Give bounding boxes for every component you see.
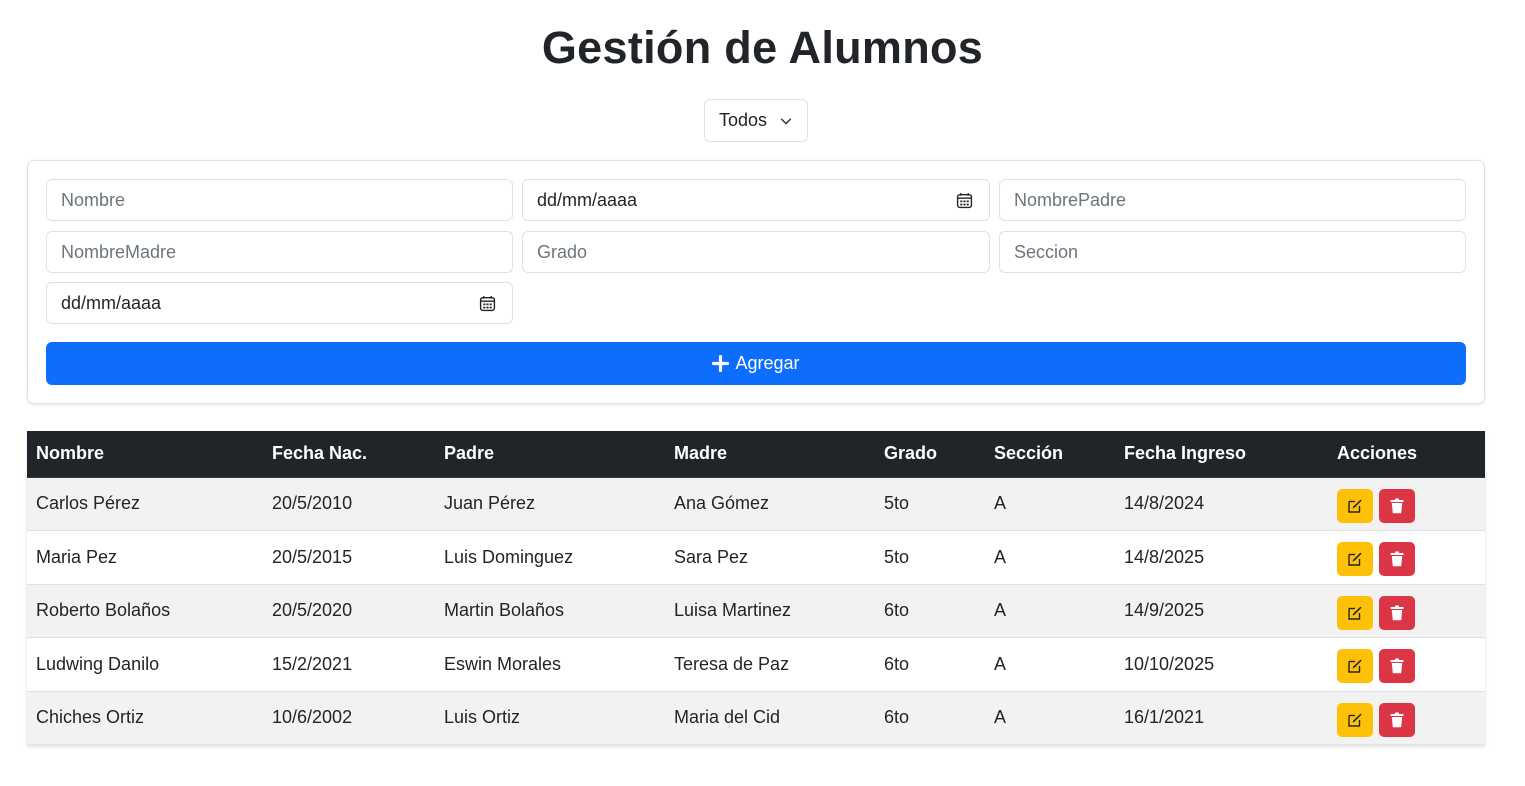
cell-seccion: A bbox=[985, 530, 1115, 585]
seccion-input[interactable] bbox=[999, 231, 1466, 273]
table-row: Roberto Bolaños 20/5/2020 Martin Bolaños Lu… bbox=[27, 584, 1485, 638]
edit-icon bbox=[1348, 659, 1362, 673]
trash-icon bbox=[1390, 551, 1404, 567]
cell-padre: Eswin Morales bbox=[435, 637, 665, 692]
delete-button[interactable] bbox=[1379, 488, 1415, 523]
cell-grado: 5to bbox=[875, 530, 985, 585]
trash-icon bbox=[1390, 658, 1404, 674]
plus-icon bbox=[712, 355, 730, 372]
cell-seccion: A bbox=[985, 477, 1115, 531]
grade-filter-select[interactable]: Todos bbox=[704, 99, 808, 142]
fecha-ingreso-input[interactable]: dd/mm/aaaa bbox=[46, 282, 513, 324]
table-row: Carlos Pérez 20/5/2010 Juan Pérez Ana Gómez… bbox=[27, 477, 1485, 531]
delete-button[interactable] bbox=[1379, 649, 1415, 684]
cell-nombre: Maria Pez bbox=[27, 530, 263, 585]
delete-button[interactable] bbox=[1379, 595, 1415, 630]
cell-fecha-ingreso: 14/8/2024 bbox=[1115, 477, 1328, 531]
cell-fecha-nac: 20/5/2020 bbox=[263, 584, 435, 638]
cell-seccion: A bbox=[985, 691, 1115, 745]
fecha-nacimiento-placeholder: dd/mm/aaaa bbox=[537, 189, 638, 210]
cell-fecha-nac: 20/5/2010 bbox=[263, 477, 435, 531]
edit-icon bbox=[1348, 499, 1362, 513]
header-fecha-ingreso: Fecha Ingreso bbox=[1115, 431, 1328, 478]
cell-grado: 6to bbox=[875, 637, 985, 692]
cell-grado: 5to bbox=[875, 477, 985, 531]
header-grado: Grado bbox=[875, 431, 985, 478]
edit-button[interactable] bbox=[1337, 702, 1373, 737]
table-body: Carlos Pérez 20/5/2010 Juan Pérez Ana Gómez… bbox=[27, 477, 1485, 745]
cell-padre: Luis Ortiz bbox=[435, 691, 665, 745]
cell-madre: Ana Gómez bbox=[665, 477, 875, 531]
cell-fecha-ingreso: 16/1/2021 bbox=[1115, 691, 1328, 745]
calendar-icon[interactable] bbox=[956, 192, 973, 209]
delete-button[interactable] bbox=[1379, 542, 1415, 577]
cell-nombre: Roberto Bolaños bbox=[27, 584, 263, 638]
trash-icon bbox=[1390, 498, 1404, 513]
cell-madre: Sara Pez bbox=[665, 530, 875, 585]
header-madre: Madre bbox=[665, 431, 875, 478]
edit-icon bbox=[1348, 713, 1362, 727]
edit-button[interactable] bbox=[1337, 542, 1373, 577]
edit-button[interactable] bbox=[1337, 488, 1373, 523]
cell-grado: 6to bbox=[875, 691, 985, 745]
nombre-madre-input[interactable] bbox=[46, 231, 513, 273]
table-row: Chiches Ortiz 10/6/2002 Luis Ortiz Maria de… bbox=[27, 691, 1485, 745]
filter-selected-value: Todos bbox=[719, 110, 768, 130]
cell-nombre: Chiches Ortiz bbox=[27, 691, 263, 745]
page-title: Gestión de Alumnos bbox=[541, 22, 984, 73]
fecha-ingreso-placeholder: dd/mm/aaaa bbox=[61, 292, 162, 313]
header-acciones: Acciones bbox=[1328, 431, 1485, 478]
header-nombre: Nombre bbox=[27, 431, 263, 478]
cell-seccion: A bbox=[985, 584, 1115, 638]
grado-input[interactable] bbox=[522, 231, 990, 273]
edit-icon bbox=[1348, 606, 1362, 620]
cell-acciones bbox=[1328, 691, 1485, 745]
cell-madre: Maria del Cid bbox=[665, 691, 875, 745]
students-table: Nombre Fecha Nac. Padre Madre Grado Secc… bbox=[27, 431, 1485, 745]
cell-seccion: A bbox=[985, 637, 1115, 692]
cell-nombre: Ludwing Danilo bbox=[27, 637, 263, 692]
edit-button[interactable] bbox=[1337, 595, 1373, 630]
trash-icon bbox=[1390, 605, 1404, 620]
cell-fecha-nac: 10/6/2002 bbox=[263, 691, 435, 745]
add-button-label: Agregar bbox=[735, 353, 800, 373]
cell-madre: Teresa de Paz bbox=[665, 637, 875, 692]
chevron-down-icon bbox=[780, 118, 792, 125]
cell-padre: Luis Dominguez bbox=[435, 530, 665, 585]
trash-icon bbox=[1390, 712, 1404, 727]
delete-button[interactable] bbox=[1379, 702, 1415, 737]
cell-fecha-nac: 15/2/2021 bbox=[263, 637, 435, 692]
nombre-padre-input[interactable] bbox=[999, 179, 1466, 221]
cell-fecha-ingreso: 10/10/2025 bbox=[1115, 637, 1328, 692]
cell-padre: Martin Bolaños bbox=[435, 584, 665, 638]
add-button[interactable]: Agregar bbox=[46, 342, 1466, 385]
student-form: dd/mm/aaaa dd/mm/aaaa Agregar bbox=[27, 160, 1485, 404]
edit-icon bbox=[1348, 552, 1362, 566]
cell-fecha-ingreso: 14/9/2025 bbox=[1115, 584, 1328, 638]
table-row: Maria Pez 20/5/2015 Luis Dominguez Sara Pez… bbox=[27, 530, 1485, 585]
cell-grado: 6to bbox=[875, 584, 985, 638]
header-padre: Padre bbox=[435, 431, 665, 478]
fecha-nacimiento-input[interactable]: dd/mm/aaaa bbox=[522, 179, 990, 221]
cell-madre: Luisa Martinez bbox=[665, 584, 875, 638]
cell-acciones bbox=[1328, 530, 1485, 585]
cell-acciones bbox=[1328, 477, 1485, 531]
nombre-input[interactable] bbox=[46, 179, 513, 221]
cell-padre: Juan Pérez bbox=[435, 477, 665, 531]
cell-fecha-nac: 20/5/2015 bbox=[263, 530, 435, 585]
header-fecha-nac: Fecha Nac. bbox=[263, 431, 435, 478]
table-header-row: Nombre Fecha Nac. Padre Madre Grado Secc… bbox=[27, 431, 1485, 478]
cell-acciones bbox=[1328, 584, 1485, 638]
calendar-icon[interactable] bbox=[479, 295, 496, 312]
cell-fecha-ingreso: 14/8/2025 bbox=[1115, 530, 1328, 585]
cell-nombre: Carlos Pérez bbox=[27, 477, 263, 531]
table-row: Ludwing Danilo 15/2/2021 Eswin Morales Tere… bbox=[27, 637, 1485, 692]
cell-acciones bbox=[1328, 637, 1485, 692]
header-seccion: Sección bbox=[985, 431, 1115, 478]
edit-button[interactable] bbox=[1337, 649, 1373, 684]
